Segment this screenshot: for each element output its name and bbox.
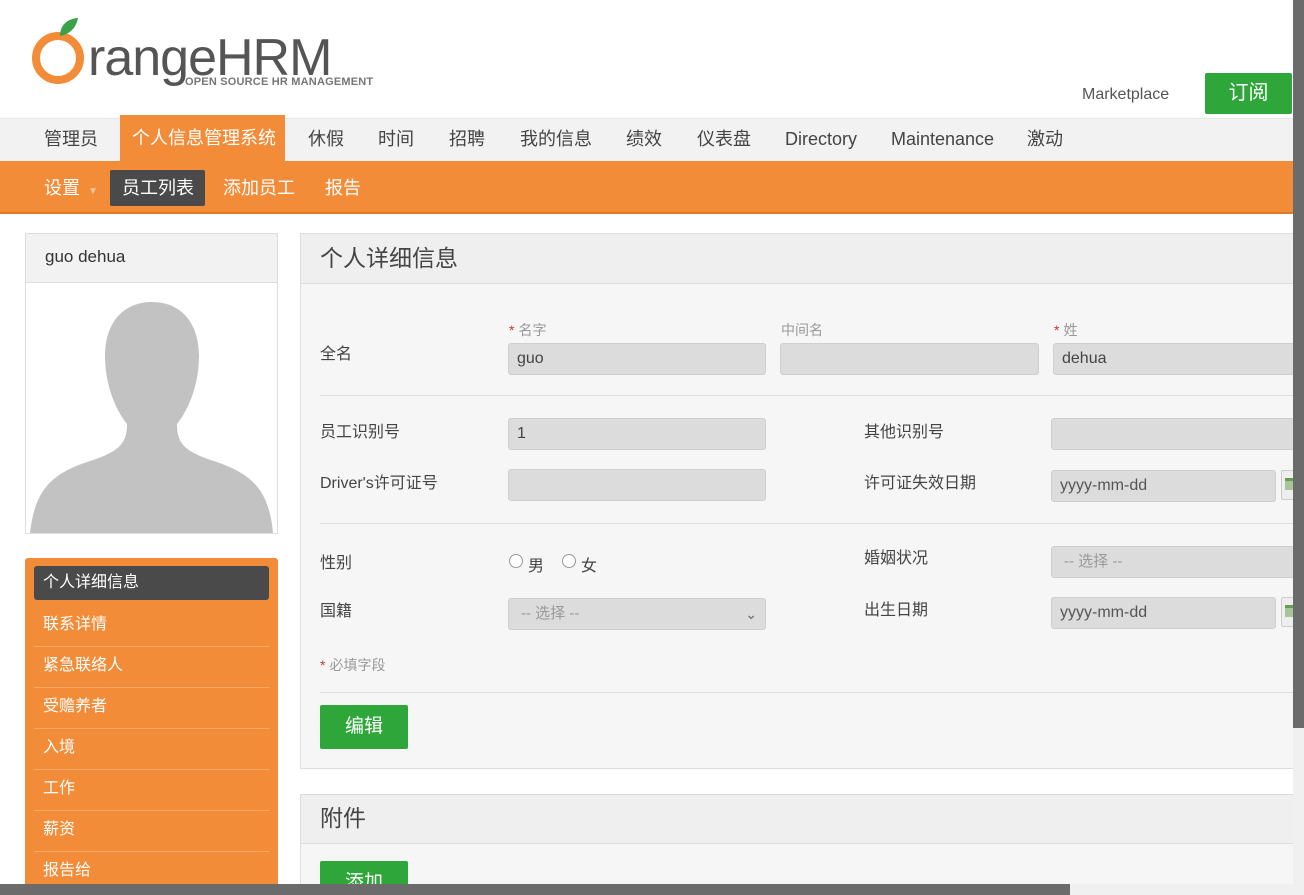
last-name-label-text: 姓 bbox=[1063, 322, 1078, 338]
last-name-label: * 姓 bbox=[1054, 320, 1077, 340]
last-name-field[interactable]: dehua bbox=[1053, 343, 1301, 375]
required-fields-note-text: 必填字段 bbox=[329, 657, 386, 673]
default-avatar-icon bbox=[30, 302, 273, 533]
employee-id-label: 员工识别号 bbox=[320, 424, 401, 441]
main-nav: 管理员 个人信息管理系统 休假 时间 招聘 我的信息 绩效 仪表盘 Direct… bbox=[0, 115, 1293, 162]
side-menu-emergency-contacts[interactable]: 紧急联络人 bbox=[34, 647, 269, 688]
horizontal-scrollbar-thumb[interactable] bbox=[0, 884, 1070, 895]
marital-status-label: 婚姻状况 bbox=[864, 550, 929, 567]
gender-label: 性别 bbox=[320, 555, 353, 572]
subscribe-button[interactable]: 订阅 bbox=[1205, 73, 1292, 114]
subnav-employee-list[interactable]: 员工列表 bbox=[110, 170, 205, 206]
middle-name-label: 中间名 bbox=[781, 322, 823, 338]
other-id-field[interactable] bbox=[1051, 418, 1301, 450]
license-expiry-label: 许可证失效日期 bbox=[864, 475, 977, 492]
nationality-value: -- 选择 -- bbox=[521, 605, 580, 622]
subnav-add-employee[interactable]: 添加员工 bbox=[211, 170, 307, 206]
required-star: * bbox=[320, 657, 326, 673]
logo-tagline: OPEN SOURCE HR MANAGEMENT bbox=[185, 76, 374, 88]
side-menu-report-to[interactable]: 报告给 bbox=[34, 852, 269, 888]
nav-recruitment[interactable]: 招聘 bbox=[437, 119, 497, 162]
nav-buzz[interactable]: 激动 bbox=[1015, 119, 1075, 162]
date-of-birth-label: 出生日期 bbox=[864, 602, 929, 619]
middle-name-field[interactable] bbox=[780, 343, 1039, 375]
license-expiry-field[interactable]: yyyy-mm-dd bbox=[1051, 470, 1276, 502]
nav-performance[interactable]: 绩效 bbox=[614, 119, 674, 162]
required-star: * bbox=[1054, 322, 1060, 338]
required-fields-note: * 必填字段 bbox=[320, 655, 385, 675]
gender-female-label: 女 bbox=[581, 558, 598, 575]
divider bbox=[320, 523, 1299, 524]
first-name-label-text: 名字 bbox=[518, 322, 547, 338]
side-menu-job[interactable]: 工作 bbox=[34, 770, 269, 811]
caret-down-icon: ▼ bbox=[88, 186, 98, 197]
marital-status-value: -- 选择 -- bbox=[1064, 553, 1123, 570]
personal-details-title: 个人详细信息 bbox=[301, 234, 1299, 284]
divider bbox=[320, 692, 1299, 693]
nav-my-info[interactable]: 我的信息 bbox=[508, 119, 604, 162]
license-number-label: Driver's许可证号 bbox=[320, 475, 438, 492]
horizontal-scrollbar[interactable] bbox=[0, 884, 1304, 895]
nav-time[interactable]: 时间 bbox=[366, 119, 426, 162]
gender-female-radio[interactable] bbox=[562, 554, 576, 568]
nav-dashboard[interactable]: 仪表盘 bbox=[685, 119, 763, 162]
chevron-down-icon: ⌄ bbox=[745, 606, 757, 622]
employee-name: guo dehua bbox=[26, 234, 277, 283]
subnav-configuration-label: 设置 bbox=[44, 178, 80, 198]
nationality-label: 国籍 bbox=[320, 603, 353, 620]
vertical-scrollbar[interactable] bbox=[1293, 0, 1304, 895]
gender-male-label: 男 bbox=[528, 558, 545, 575]
header: rangeHRM OPEN SOURCE HR MANAGEMENT Marke… bbox=[0, 0, 1293, 118]
marital-status-select[interactable]: -- 选择 -- bbox=[1051, 546, 1301, 578]
gender-male-radio[interactable] bbox=[509, 554, 523, 568]
required-star: * bbox=[509, 322, 515, 338]
side-menu: 个人详细信息 联系详情 紧急联络人 受赡养者 入境 工作 薪资 报告给 bbox=[25, 558, 278, 888]
employee-photo[interactable] bbox=[27, 284, 276, 533]
attachments-panel: 附件 添加 bbox=[300, 794, 1300, 895]
side-menu-personal-details[interactable]: 个人详细信息 bbox=[34, 566, 269, 600]
date-of-birth-field[interactable]: yyyy-mm-dd bbox=[1051, 597, 1276, 629]
nationality-select[interactable]: -- 选择 -- ⌄ bbox=[508, 598, 766, 630]
edit-button[interactable]: 编辑 bbox=[320, 705, 408, 749]
orangehrm-logo[interactable]: rangeHRM OPEN SOURCE HR MANAGEMENT bbox=[30, 16, 390, 96]
license-number-field[interactable] bbox=[508, 469, 766, 501]
first-name-label: * 名字 bbox=[509, 320, 546, 340]
side-menu-immigration[interactable]: 入境 bbox=[34, 729, 269, 770]
full-name-label: 全名 bbox=[320, 346, 353, 363]
nav-pim[interactable]: 个人信息管理系统 bbox=[120, 115, 285, 162]
side-menu-dependents[interactable]: 受赡养者 bbox=[34, 688, 269, 729]
divider bbox=[320, 395, 1299, 396]
subnav-reports[interactable]: 报告 bbox=[313, 170, 373, 206]
attachments-title: 附件 bbox=[301, 795, 1299, 844]
nav-maintenance[interactable]: Maintenance bbox=[879, 119, 1006, 162]
side-menu-contact-details[interactable]: 联系详情 bbox=[34, 606, 269, 647]
nav-directory[interactable]: Directory bbox=[773, 119, 869, 162]
nav-leave[interactable]: 休假 bbox=[296, 119, 356, 162]
personal-details-panel: 个人详细信息 全名 * 名字 中间名 * 姓 guo dehua 员工识别号 1 其… bbox=[300, 233, 1301, 769]
subnav-configuration[interactable]: 设置 ▼ bbox=[32, 170, 110, 206]
vertical-scrollbar-thumb[interactable] bbox=[1293, 0, 1304, 728]
first-name-field[interactable]: guo bbox=[508, 343, 766, 375]
other-id-label: 其他识别号 bbox=[864, 424, 945, 441]
side-menu-salary[interactable]: 薪资 bbox=[34, 811, 269, 852]
marketplace-link[interactable]: Marketplace bbox=[1082, 86, 1169, 104]
sub-nav: 设置 ▼ 员工列表 添加员工 报告 bbox=[0, 161, 1293, 214]
profile-card: guo dehua bbox=[25, 233, 278, 534]
nav-admin[interactable]: 管理员 bbox=[32, 119, 110, 162]
employee-id-field[interactable]: 1 bbox=[508, 418, 766, 450]
